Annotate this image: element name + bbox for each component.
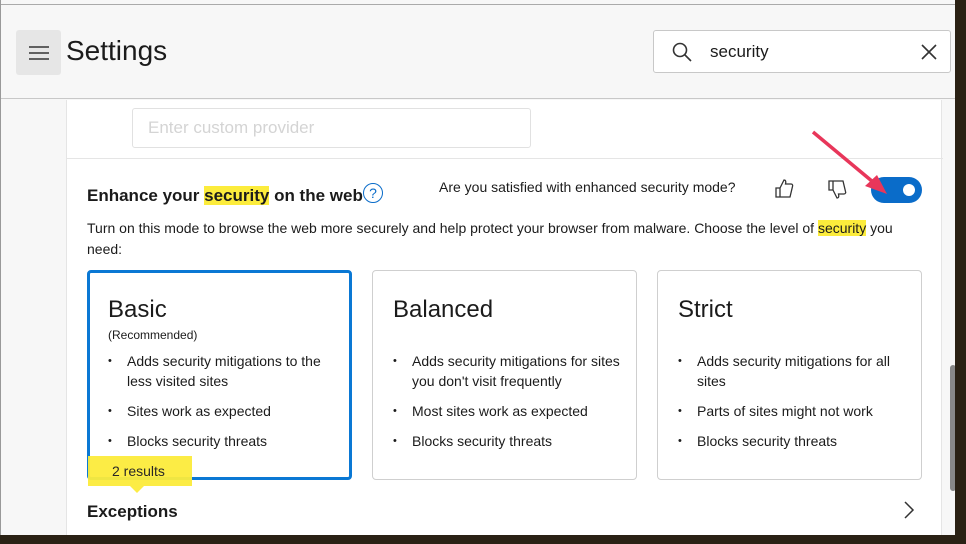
section-description: Turn on this mode to browse the web more… xyxy=(87,218,927,260)
option-balanced[interactable]: Balanced Adds security mitigations for s… xyxy=(372,270,637,480)
option-strict[interactable]: Strict Adds security mitigations for all… xyxy=(657,270,922,480)
section-title: Enhance your security on the web xyxy=(87,186,363,206)
scrollbar[interactable] xyxy=(950,365,955,491)
hamburger-icon xyxy=(28,45,49,60)
close-icon[interactable] xyxy=(920,43,938,61)
custom-provider-input[interactable] xyxy=(132,108,531,148)
option-subtitle: (Recommended) xyxy=(108,328,198,342)
title-text: on the web xyxy=(269,186,363,205)
exceptions-link[interactable]: Exceptions xyxy=(87,502,178,522)
thumbs-up-icon[interactable] xyxy=(775,178,795,200)
bullet: Adds security mitigations to the less vi… xyxy=(108,351,343,391)
search-box[interactable] xyxy=(653,30,951,73)
menu-button[interactable] xyxy=(16,30,61,75)
search-icon xyxy=(672,42,692,62)
header: Settings xyxy=(1,5,955,99)
search-input[interactable] xyxy=(710,39,910,65)
bullet: Parts of sites might not work xyxy=(678,401,913,421)
bullet: Sites work as expected xyxy=(108,401,343,421)
option-title: Strict xyxy=(678,296,733,323)
search-highlight: security xyxy=(204,186,270,205)
feedback-question: Are you satisfied with enhanced security… xyxy=(439,179,736,195)
help-icon[interactable]: ? xyxy=(363,183,383,203)
option-title: Balanced xyxy=(393,296,494,323)
option-bullets: Adds security mitigations to the less vi… xyxy=(108,351,343,461)
option-bullets: Adds security mitigations for all sites … xyxy=(678,351,913,461)
bullet: Adds security mitigations for sites you … xyxy=(393,351,628,391)
bullet: Blocks security threats xyxy=(678,431,913,451)
bullet: Most sites work as expected xyxy=(393,401,628,421)
option-bullets: Adds security mitigations for sites you … xyxy=(393,351,628,461)
annotation-arrow xyxy=(811,130,887,194)
option-basic[interactable]: Basic (Recommended) Adds security mitiga… xyxy=(87,270,352,480)
bullet: Blocks security threats xyxy=(108,431,343,451)
chevron-right-icon[interactable] xyxy=(903,500,915,520)
desc-text: Turn on this mode to browse the web more… xyxy=(87,220,818,236)
option-title: Basic xyxy=(108,296,167,323)
settings-window: Settings Enhance your security on the we… xyxy=(0,0,955,535)
title-text: Enhance your xyxy=(87,186,205,205)
results-tooltip: 2 results xyxy=(88,456,192,493)
bullet: Blocks security threats xyxy=(393,431,628,451)
page-title: Settings xyxy=(66,35,168,66)
search-highlight: security xyxy=(817,220,867,236)
bullet: Adds security mitigations for all sites xyxy=(678,351,913,391)
